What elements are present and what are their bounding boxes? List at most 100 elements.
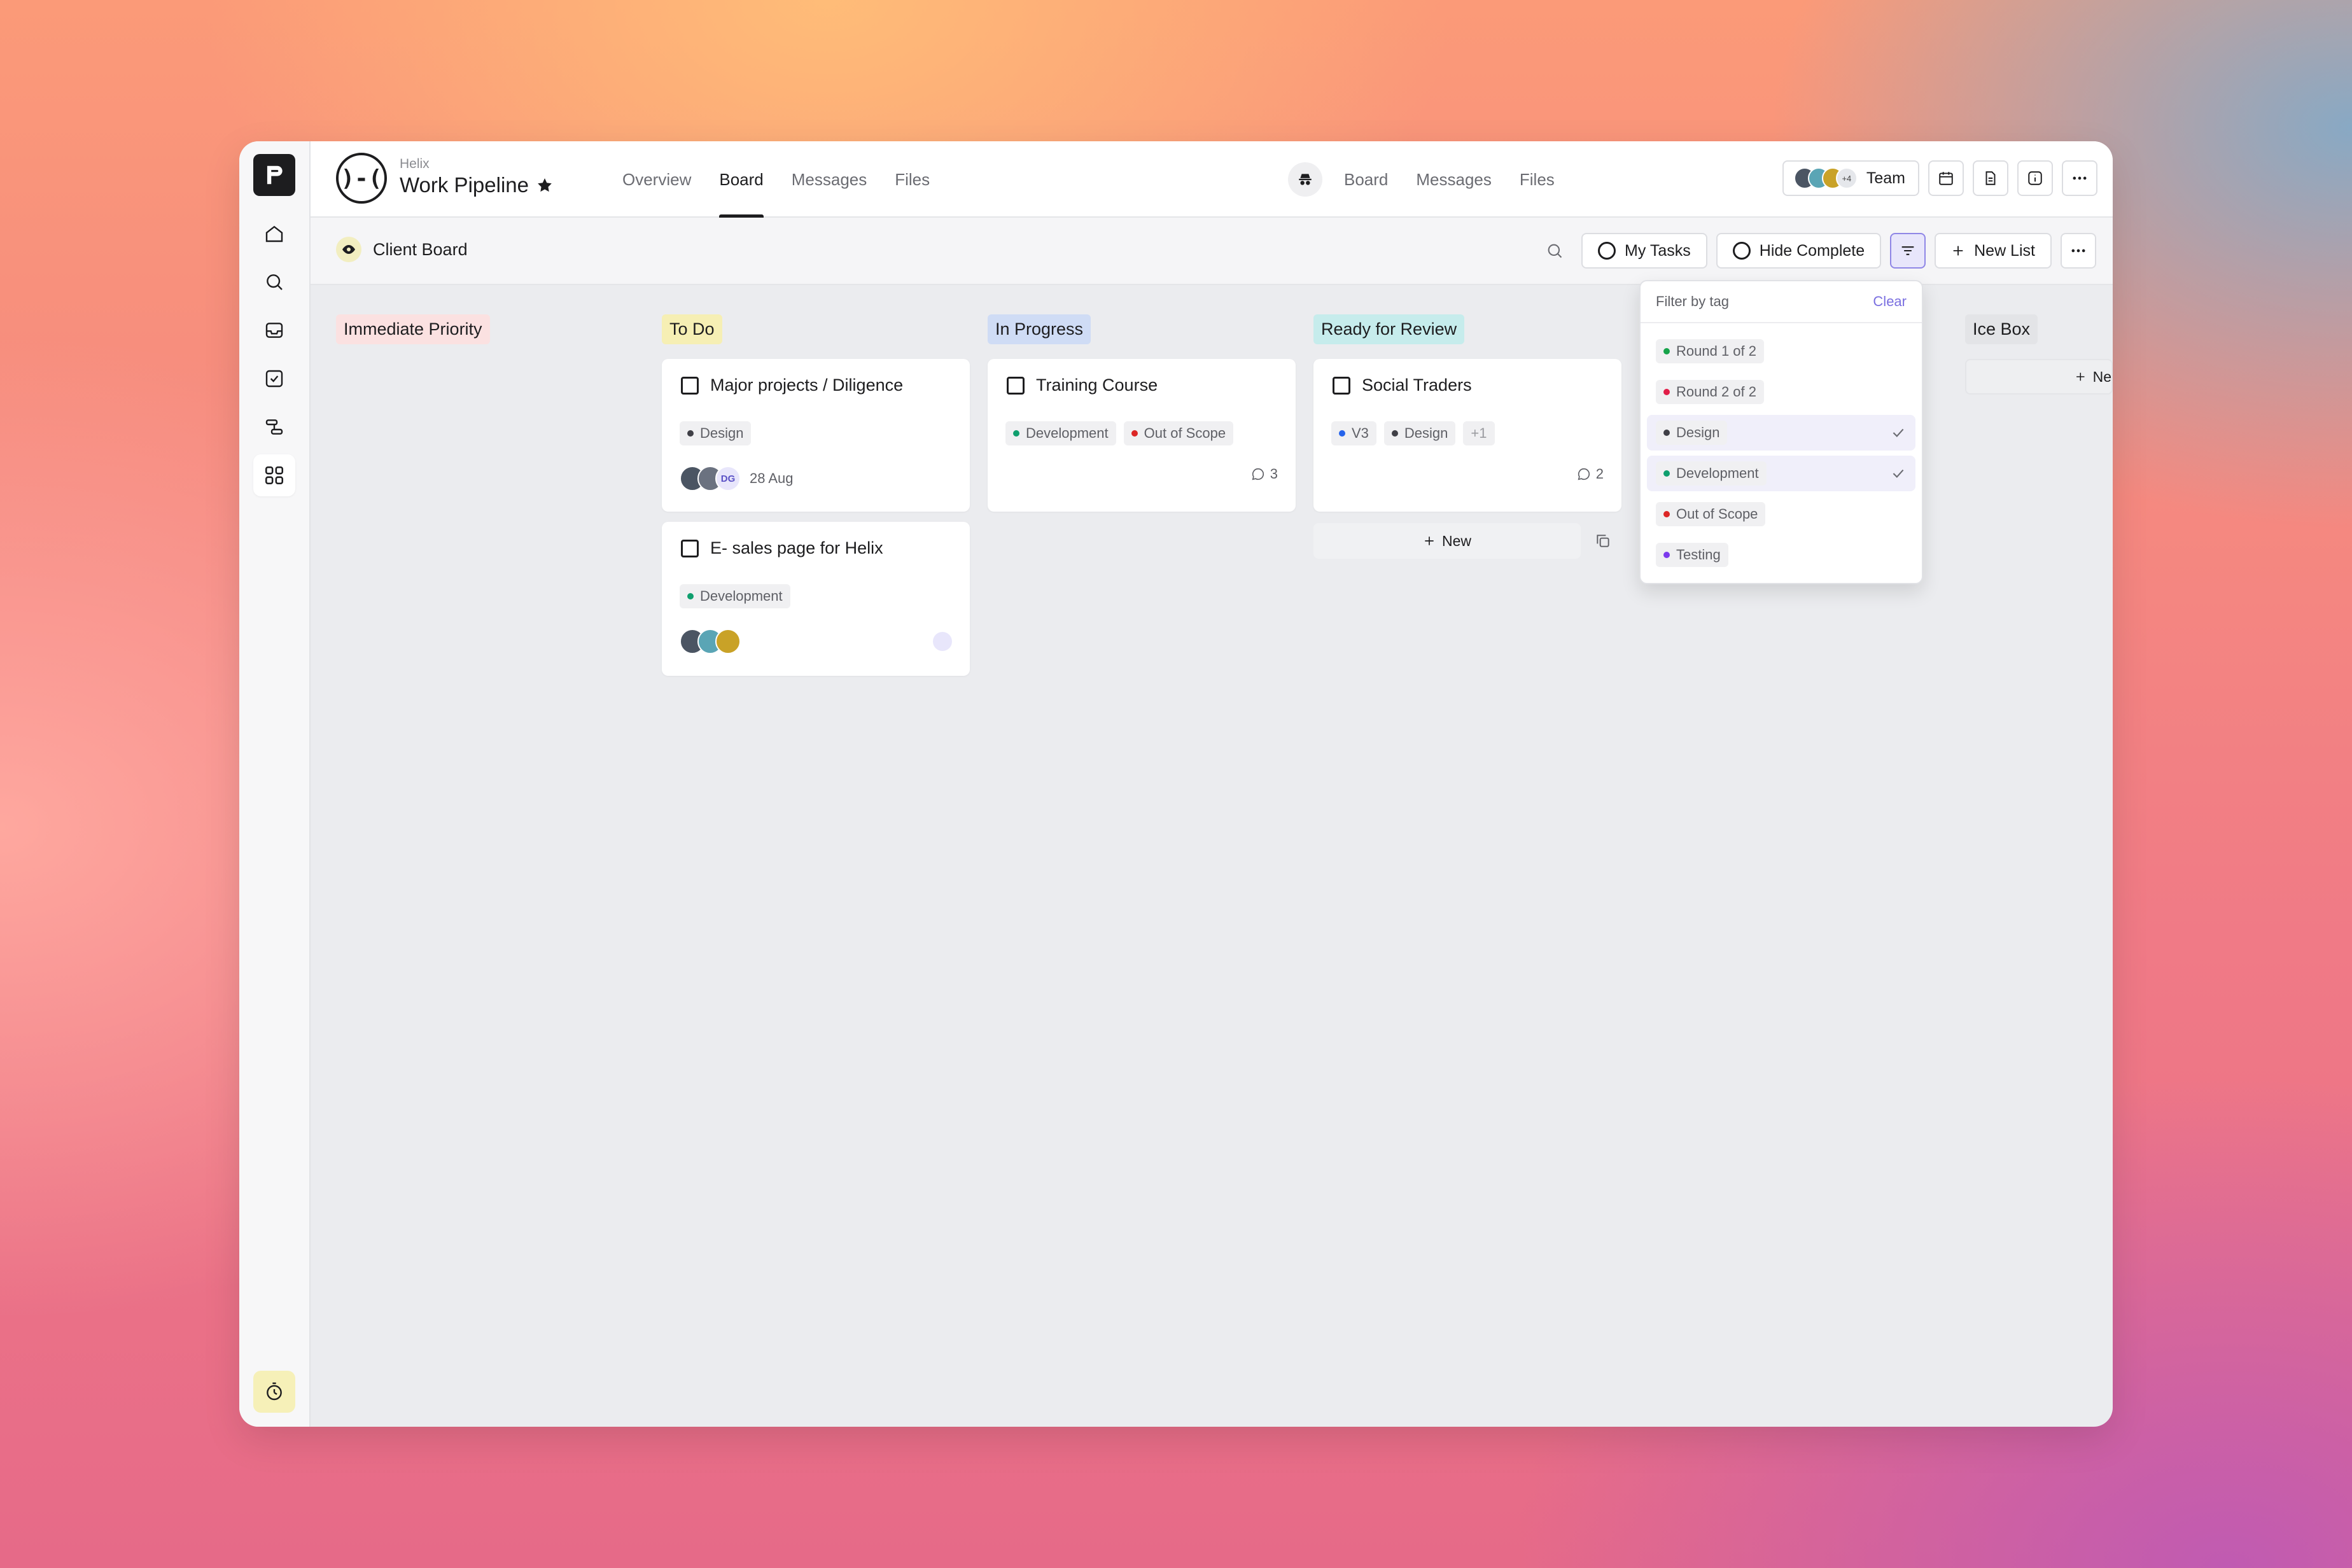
tag-label: Design [700,425,744,441]
column-to-do[interactable]: To Do [662,314,722,344]
filter-option[interactable]: Out of Scope [1647,496,1915,532]
info-button[interactable] [2017,160,2053,196]
my-tasks-button[interactable]: My Tasks [1581,233,1707,269]
tab-files[interactable]: Files [895,141,930,218]
filter-option[interactable]: Development [1647,456,1915,491]
tasks-icon[interactable] [253,358,295,400]
icebox-new-task-button[interactable]: Ne [1965,359,2113,395]
comment-count: 2 [1577,466,1604,482]
team-button[interactable]: +4 Team [1782,160,1919,196]
primary-nav: Overview Board Messages Files [622,141,958,218]
filter-option[interactable]: Design [1647,415,1915,451]
eye-icon[interactable] [336,237,361,262]
tag-overflow[interactable]: +1 [1463,421,1495,445]
plus-icon [1425,536,1434,545]
circle-icon [1732,242,1751,260]
comment-icon [1578,468,1590,480]
task-checkbox[interactable] [681,376,699,395]
project-title: Work Pipeline [400,173,553,197]
filter-by-tag-dropdown: Filter by tag Clear Round 1 of 2 Round 2 … [1639,280,1923,584]
tag: Round 2 of 2 [1656,380,1764,404]
tag: Round 1 of 2 [1656,339,1764,363]
calendar-button[interactable] [1928,160,1964,196]
task-title: Major projects / Diligence [681,375,903,395]
task-title: E- sales page for Helix [681,538,883,558]
tab-overview[interactable]: Overview [622,141,691,218]
tag: Design [1656,421,1728,445]
client-tab-board[interactable]: Board [1344,141,1388,218]
tag-dot [1663,552,1670,558]
filter-button[interactable] [1890,233,1926,269]
column-in-progress[interactable]: In Progress [988,314,1091,344]
board-more-button[interactable] [2061,233,2096,269]
comment-count-text: 2 [1595,466,1604,482]
tag-dot [1663,389,1670,395]
client-spy-icon[interactable] [1288,162,1322,197]
tag: V3 [1331,421,1376,445]
tag-dot [1663,348,1670,354]
board-name-text: Client Board [373,239,468,259]
task-title-text: E- sales page for Helix [710,538,883,557]
board-search-button[interactable] [1537,233,1572,269]
tag-label: Round 1 of 2 [1676,343,1756,359]
assignee-avatars [680,629,741,654]
client-tab-files[interactable]: Files [1520,141,1555,218]
icebox-new-label: Ne [2092,368,2111,385]
task-card[interactable]: Major projects / Diligence Design DG 28 … [662,359,970,512]
comment-count-text: 3 [1270,466,1278,482]
hide-complete-button[interactable]: Hide Complete [1716,233,1882,269]
task-checkbox[interactable] [1007,376,1025,395]
comment-count: 3 [1251,466,1278,482]
task-checkbox[interactable] [681,539,699,557]
circle-icon [1598,242,1616,260]
task-checkbox[interactable] [1333,376,1350,395]
column-immediate-priority[interactable]: Immediate Priority [336,314,490,344]
team-label: Team [1866,169,1905,187]
timer-icon[interactable] [253,1371,295,1413]
copy-icon [1597,535,1609,547]
filter-option[interactable]: Testing [1647,537,1915,573]
template-button[interactable] [1585,523,1621,559]
timeline-icon[interactable] [253,406,295,448]
column-ice-box[interactable]: Ice Box [1965,314,2038,344]
tag: Development [680,584,790,608]
new-list-button[interactable]: New List [1935,233,2052,269]
tag-label: Development [700,588,783,604]
filter-option[interactable]: Round 2 of 2 [1647,374,1915,410]
toolbar-actions: My Tasks Hide Complete New List [1537,233,2096,269]
star-icon[interactable] [536,177,553,193]
tag: Design [1383,421,1456,445]
plus-icon [1953,246,1963,256]
tab-board[interactable]: Board [719,141,764,218]
task-card[interactable]: Social Traders V3 Design +1 2 [1313,359,1621,512]
tag: Development [1656,461,1767,486]
clear-filter-link[interactable]: Clear [1873,293,1907,310]
task-footer [680,629,952,654]
search-icon [1548,244,1562,258]
left-rail [239,141,311,1427]
new-task-button[interactable]: New [1313,523,1581,559]
filter-option[interactable]: Round 1 of 2 [1647,333,1915,369]
tag-label: Out of Scope [1144,425,1226,441]
tag-dot [1663,470,1670,477]
task-card[interactable]: Training Course Development Out of Scope… [988,359,1296,512]
tag-label: Development [1026,425,1109,441]
home-icon[interactable] [253,213,295,255]
column-ready-for-review[interactable]: Ready for Review [1313,314,1465,344]
tag-label: Out of Scope [1676,506,1758,522]
document-button[interactable] [1973,160,2008,196]
tab-messages[interactable]: Messages [792,141,867,218]
search-icon[interactable] [253,261,295,303]
tag-dot [1013,430,1019,437]
client-tab-messages[interactable]: Messages [1416,141,1492,218]
more-button[interactable] [2062,160,2097,196]
inbox-icon[interactable] [253,309,295,351]
apps-grid-icon[interactable] [253,454,295,496]
avatar [715,629,741,654]
tag: Out of Scope [1123,421,1234,445]
app-logo-icon[interactable] [253,154,295,196]
task-card[interactable]: E- sales page for Helix Development [662,522,970,676]
tag: Design [680,421,752,445]
document-icon [1985,171,1996,185]
task-title: Social Traders [1333,375,1472,395]
